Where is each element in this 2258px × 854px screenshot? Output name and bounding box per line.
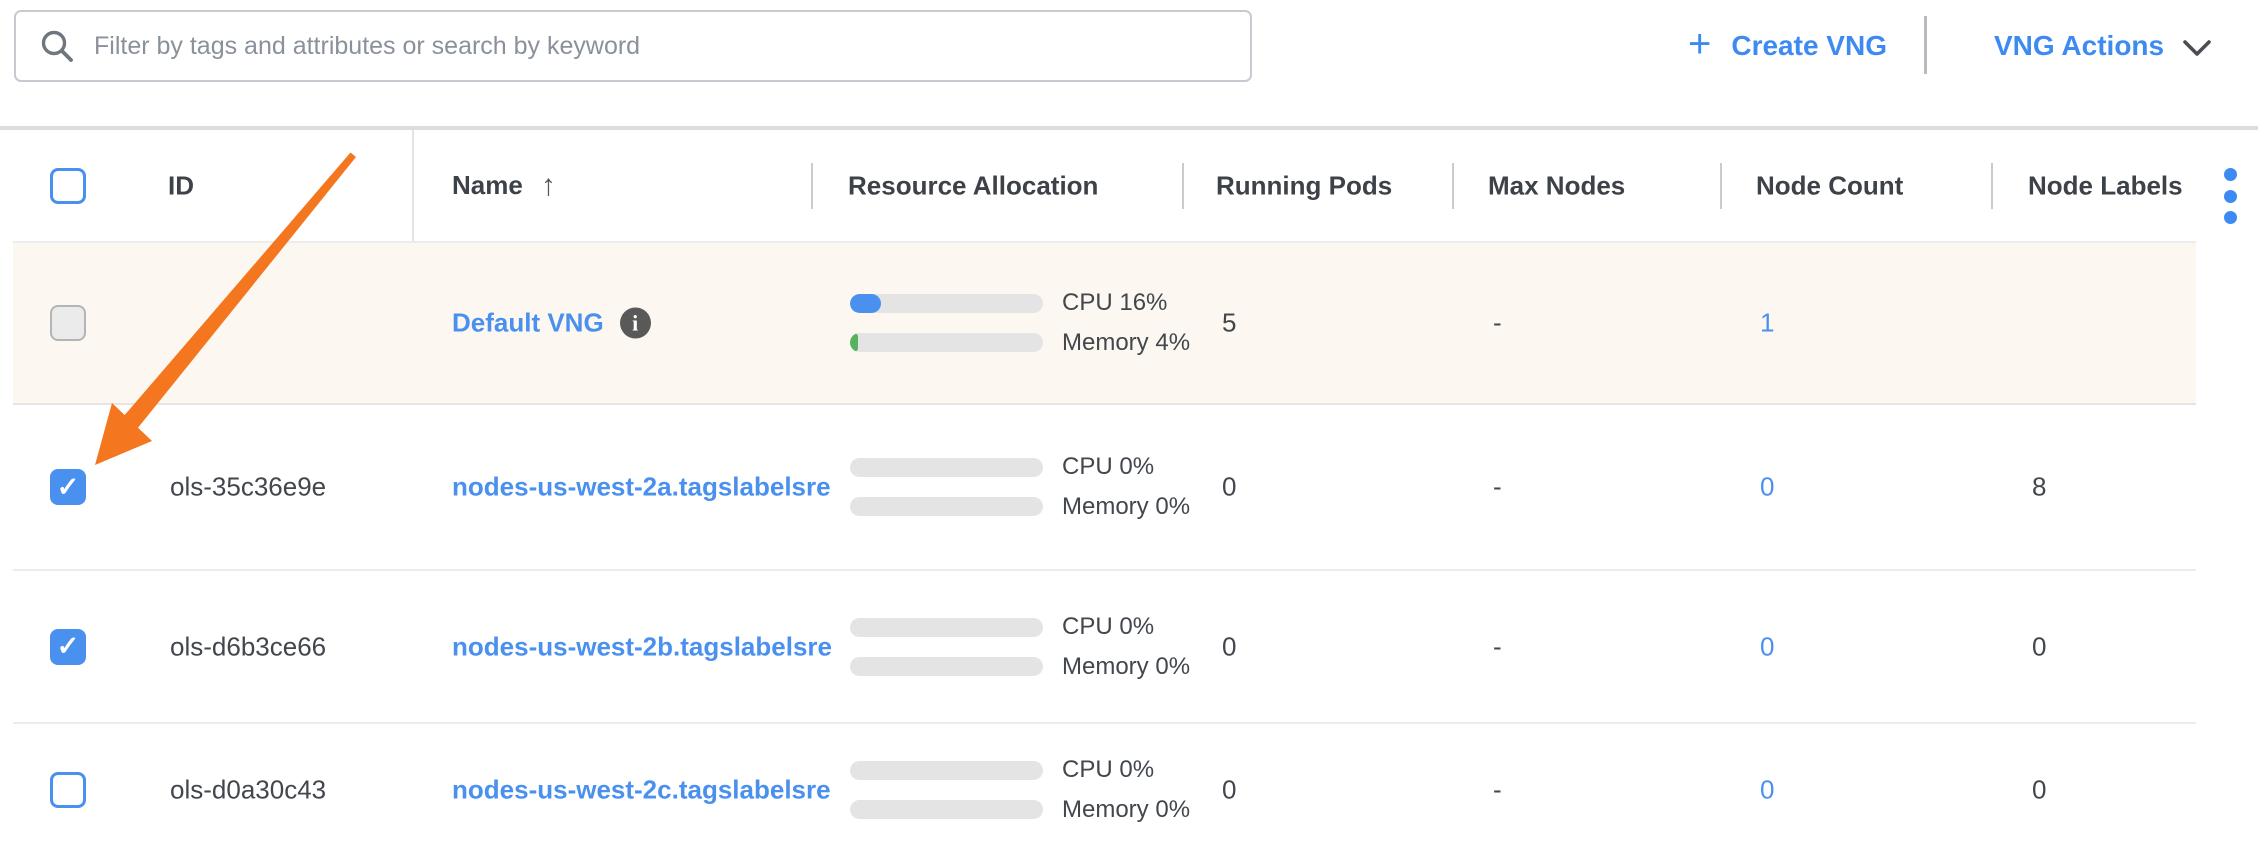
- vng-actions-button[interactable]: VNG Actions: [1994, 14, 2212, 78]
- memory-bar-fill: [850, 333, 858, 352]
- vng-name-label: nodes-us-west-2c.tagslabelsre: [452, 775, 831, 806]
- cpu-bar: [850, 294, 1043, 313]
- column-header-max-nodes[interactable]: Max Nodes: [1488, 170, 1625, 201]
- vng-name-label: nodes-us-west-2b.tagslabelsre: [452, 631, 832, 662]
- plus-icon: +: [1688, 24, 1711, 64]
- memory-bar: [850, 333, 1043, 352]
- memory-label: Memory 0%: [1062, 653, 1190, 681]
- max-nodes-value: -: [1493, 308, 1502, 339]
- memory-bar: [850, 497, 1043, 516]
- max-nodes-value: -: [1493, 472, 1502, 503]
- create-vng-label: Create VNG: [1731, 30, 1887, 62]
- node-labels-value: 8: [2032, 472, 2046, 503]
- header-divider: [1452, 163, 1454, 209]
- column-header-name-label: Name: [452, 170, 523, 201]
- column-header-id[interactable]: ID: [168, 170, 194, 201]
- header-divider: [811, 163, 813, 209]
- info-icon[interactable]: i: [620, 308, 651, 339]
- filter-search-box[interactable]: [14, 10, 1252, 82]
- vng-name-link[interactable]: nodes-us-west-2c.tagslabelsre: [452, 775, 831, 806]
- column-header-node-labels[interactable]: Node Labels: [2028, 170, 2183, 201]
- resource-labels: CPU 16% Memory 4%: [1062, 289, 1190, 357]
- vng-id: ols-d6b3ce66: [170, 631, 326, 662]
- running-pods-value: 0: [1222, 472, 1236, 503]
- node-count-link[interactable]: 0: [1760, 472, 1774, 503]
- vng-actions-label: VNG Actions: [1994, 30, 2164, 62]
- node-count-link[interactable]: 1: [1760, 308, 1774, 339]
- select-all-checkbox[interactable]: [50, 168, 86, 204]
- max-nodes-value: -: [1493, 775, 1502, 806]
- column-header-node-count[interactable]: Node Count: [1756, 170, 1903, 201]
- node-labels-value: 0: [2032, 631, 2046, 662]
- create-vng-button[interactable]: + Create VNG: [1688, 14, 1887, 78]
- cpu-bar-fill: [850, 294, 881, 313]
- column-header-running-pods[interactable]: Running Pods: [1216, 170, 1392, 201]
- row-checkbox-disabled: [50, 305, 86, 341]
- node-count-link[interactable]: 0: [1760, 775, 1774, 806]
- resource-labels: CPU 0% Memory 0%: [1062, 453, 1190, 521]
- cpu-label: CPU 0%: [1062, 613, 1190, 641]
- vng-id: ols-d0a30c43: [170, 775, 326, 806]
- table-row-ols-d6b3ce66[interactable]: ✓ ols-d6b3ce66 nodes-us-west-2b.tagslabe…: [13, 571, 2196, 724]
- resource-bars: [850, 458, 1043, 516]
- table-row-ols-35c36e9e[interactable]: ✓ ols-35c36e9e nodes-us-west-2a.tagslabe…: [13, 405, 2196, 571]
- cpu-bar: [850, 458, 1043, 477]
- memory-label: Memory 0%: [1062, 796, 1190, 824]
- chevron-down-icon: [2182, 38, 2212, 58]
- running-pods-value: 0: [1222, 631, 1236, 662]
- resource-bars: [850, 294, 1043, 352]
- table-row-default-vng[interactable]: Default VNG i CPU 16% Memory 4% 5 - 1: [13, 243, 2196, 405]
- header-divider: [1182, 163, 1184, 209]
- cpu-label: CPU 0%: [1062, 453, 1190, 481]
- header-divider: [1991, 163, 1993, 209]
- vng-name-label: Default VNG: [452, 308, 604, 339]
- vng-name-link[interactable]: nodes-us-west-2a.tagslabelsre: [452, 472, 831, 503]
- resource-labels: CPU 0% Memory 0%: [1062, 756, 1190, 824]
- memory-bar: [850, 657, 1043, 676]
- vng-name-link[interactable]: Default VNG i: [452, 308, 651, 339]
- cpu-bar: [850, 761, 1043, 780]
- row-checkbox-checked[interactable]: ✓: [50, 469, 86, 505]
- vng-id: ols-35c36e9e: [170, 472, 326, 503]
- resource-bars: [850, 761, 1043, 819]
- max-nodes-value: -: [1493, 631, 1502, 662]
- node-labels-value: 0: [2032, 775, 2046, 806]
- sort-ascending-icon: ↑: [541, 169, 556, 203]
- table-row-ols-d0a30c43[interactable]: ols-d0a30c43 nodes-us-west-2c.tagslabels…: [13, 724, 2196, 854]
- vng-name-label: nodes-us-west-2a.tagslabelsre: [452, 472, 831, 503]
- memory-label: Memory 4%: [1062, 329, 1190, 357]
- cpu-label: CPU 16%: [1062, 289, 1190, 317]
- running-pods-value: 5: [1222, 308, 1236, 339]
- cpu-bar: [850, 618, 1043, 637]
- memory-bar: [850, 800, 1043, 819]
- column-header-name[interactable]: Name ↑: [452, 169, 556, 203]
- resource-bars: [850, 618, 1043, 676]
- toolbar-divider: [1924, 16, 1927, 74]
- search-input[interactable]: [94, 32, 1226, 61]
- check-icon: ✓: [57, 474, 80, 501]
- row-checkbox-checked[interactable]: ✓: [50, 629, 86, 665]
- cpu-label: CPU 0%: [1062, 756, 1190, 784]
- table-header: ID Name ↑ Resource Allocation Running Po…: [0, 130, 2258, 241]
- memory-label: Memory 0%: [1062, 493, 1190, 521]
- row-checkbox-unchecked[interactable]: [50, 772, 86, 808]
- header-divider: [1720, 163, 1722, 209]
- node-count-link[interactable]: 0: [1760, 631, 1774, 662]
- check-icon: ✓: [57, 633, 80, 660]
- column-options-menu-icon[interactable]: [2220, 168, 2240, 224]
- search-icon: [40, 29, 74, 63]
- resource-labels: CPU 0% Memory 0%: [1062, 613, 1190, 681]
- column-header-resource-allocation[interactable]: Resource Allocation: [848, 170, 1098, 201]
- running-pods-value: 0: [1222, 775, 1236, 806]
- table-body: Default VNG i CPU 16% Memory 4% 5 - 1: [13, 241, 2196, 854]
- vng-list-page: + Create VNG VNG Actions ID Name ↑ Resou…: [0, 0, 2258, 854]
- vng-name-link[interactable]: nodes-us-west-2b.tagslabelsre: [452, 631, 832, 662]
